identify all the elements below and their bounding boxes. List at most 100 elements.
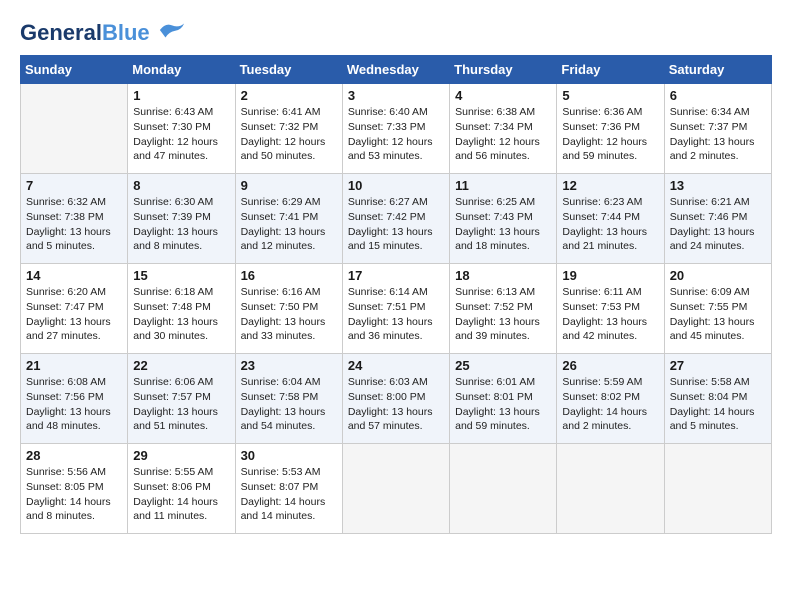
weekday-header-monday: Monday — [128, 56, 235, 84]
weekday-header-sunday: Sunday — [21, 56, 128, 84]
day-info: Sunrise: 6:08 AM Sunset: 7:56 PM Dayligh… — [26, 375, 122, 434]
calendar-cell: 13 Sunrise: 6:21 AM Sunset: 7:46 PM Dayli… — [664, 174, 771, 264]
calendar-cell: 3 Sunrise: 6:40 AM Sunset: 7:33 PM Daylig… — [342, 84, 449, 174]
day-number: 23 — [241, 358, 337, 373]
calendar-week-row: 7 Sunrise: 6:32 AM Sunset: 7:38 PM Daylig… — [21, 174, 772, 264]
day-number: 19 — [562, 268, 658, 283]
weekday-header-friday: Friday — [557, 56, 664, 84]
day-info: Sunrise: 6:43 AM Sunset: 7:30 PM Dayligh… — [133, 105, 229, 164]
day-number: 27 — [670, 358, 766, 373]
day-number: 18 — [455, 268, 551, 283]
calendar-cell: 22 Sunrise: 6:06 AM Sunset: 7:57 PM Dayli… — [128, 354, 235, 444]
day-number: 8 — [133, 178, 229, 193]
day-number: 3 — [348, 88, 444, 103]
day-number: 29 — [133, 448, 229, 463]
day-number: 4 — [455, 88, 551, 103]
calendar-cell: 28 Sunrise: 5:56 AM Sunset: 8:05 PM Dayli… — [21, 444, 128, 534]
day-number: 14 — [26, 268, 122, 283]
weekday-header-wednesday: Wednesday — [342, 56, 449, 84]
day-info: Sunrise: 5:56 AM Sunset: 8:05 PM Dayligh… — [26, 465, 122, 524]
day-info: Sunrise: 6:41 AM Sunset: 7:32 PM Dayligh… — [241, 105, 337, 164]
calendar-cell: 30 Sunrise: 5:53 AM Sunset: 8:07 PM Dayli… — [235, 444, 342, 534]
day-number: 12 — [562, 178, 658, 193]
calendar-cell: 25 Sunrise: 6:01 AM Sunset: 8:01 PM Dayli… — [450, 354, 557, 444]
day-number: 1 — [133, 88, 229, 103]
day-info: Sunrise: 6:32 AM Sunset: 7:38 PM Dayligh… — [26, 195, 122, 254]
day-info: Sunrise: 6:38 AM Sunset: 7:34 PM Dayligh… — [455, 105, 551, 164]
day-info: Sunrise: 6:13 AM Sunset: 7:52 PM Dayligh… — [455, 285, 551, 344]
day-number: 24 — [348, 358, 444, 373]
calendar-week-row: 1 Sunrise: 6:43 AM Sunset: 7:30 PM Daylig… — [21, 84, 772, 174]
calendar-cell: 26 Sunrise: 5:59 AM Sunset: 8:02 PM Dayli… — [557, 354, 664, 444]
page-header: GeneralBlue — [20, 20, 772, 45]
day-info: Sunrise: 6:21 AM Sunset: 7:46 PM Dayligh… — [670, 195, 766, 254]
day-number: 7 — [26, 178, 122, 193]
day-info: Sunrise: 6:14 AM Sunset: 7:51 PM Dayligh… — [348, 285, 444, 344]
calendar-header-row: SundayMondayTuesdayWednesdayThursdayFrid… — [21, 56, 772, 84]
day-number: 9 — [241, 178, 337, 193]
calendar-cell: 8 Sunrise: 6:30 AM Sunset: 7:39 PM Daylig… — [128, 174, 235, 264]
calendar-cell: 1 Sunrise: 6:43 AM Sunset: 7:30 PM Daylig… — [128, 84, 235, 174]
day-info: Sunrise: 6:34 AM Sunset: 7:37 PM Dayligh… — [670, 105, 766, 164]
logo-text: GeneralBlue — [20, 20, 186, 45]
day-info: Sunrise: 6:25 AM Sunset: 7:43 PM Dayligh… — [455, 195, 551, 254]
day-number: 21 — [26, 358, 122, 373]
day-info: Sunrise: 6:11 AM Sunset: 7:53 PM Dayligh… — [562, 285, 658, 344]
calendar-cell: 16 Sunrise: 6:16 AM Sunset: 7:50 PM Dayli… — [235, 264, 342, 354]
day-info: Sunrise: 6:18 AM Sunset: 7:48 PM Dayligh… — [133, 285, 229, 344]
calendar-cell: 14 Sunrise: 6:20 AM Sunset: 7:47 PM Dayli… — [21, 264, 128, 354]
day-info: Sunrise: 6:27 AM Sunset: 7:42 PM Dayligh… — [348, 195, 444, 254]
calendar-cell: 5Sunrise: 6:36 AM Sunset: 7:36 PM Daylig… — [557, 84, 664, 174]
weekday-header-saturday: Saturday — [664, 56, 771, 84]
day-number: 26 — [562, 358, 658, 373]
day-number: 28 — [26, 448, 122, 463]
day-number: 20 — [670, 268, 766, 283]
calendar-week-row: 14 Sunrise: 6:20 AM Sunset: 7:47 PM Dayli… — [21, 264, 772, 354]
day-number: 5 — [562, 88, 658, 103]
day-info: Sunrise: 5:55 AM Sunset: 8:06 PM Dayligh… — [133, 465, 229, 524]
calendar-cell: 21 Sunrise: 6:08 AM Sunset: 7:56 PM Dayli… — [21, 354, 128, 444]
day-number: 22 — [133, 358, 229, 373]
logo-bird-icon — [158, 20, 186, 40]
calendar-cell: 17 Sunrise: 6:14 AM Sunset: 7:51 PM Dayli… — [342, 264, 449, 354]
day-info: Sunrise: 6:29 AM Sunset: 7:41 PM Dayligh… — [241, 195, 337, 254]
calendar-cell — [450, 444, 557, 534]
calendar-week-row: 28 Sunrise: 5:56 AM Sunset: 8:05 PM Dayli… — [21, 444, 772, 534]
weekday-header-tuesday: Tuesday — [235, 56, 342, 84]
day-number: 11 — [455, 178, 551, 193]
day-info: Sunrise: 6:03 AM Sunset: 8:00 PM Dayligh… — [348, 375, 444, 434]
calendar-cell: 27Sunrise: 5:58 AM Sunset: 8:04 PM Dayli… — [664, 354, 771, 444]
day-info: Sunrise: 6:20 AM Sunset: 7:47 PM Dayligh… — [26, 285, 122, 344]
calendar-cell: 10Sunrise: 6:27 AM Sunset: 7:42 PM Dayli… — [342, 174, 449, 264]
calendar-cell — [342, 444, 449, 534]
day-info: Sunrise: 6:16 AM Sunset: 7:50 PM Dayligh… — [241, 285, 337, 344]
day-info: Sunrise: 6:01 AM Sunset: 8:01 PM Dayligh… — [455, 375, 551, 434]
calendar-cell — [21, 84, 128, 174]
day-number: 17 — [348, 268, 444, 283]
day-number: 25 — [455, 358, 551, 373]
day-info: Sunrise: 6:40 AM Sunset: 7:33 PM Dayligh… — [348, 105, 444, 164]
calendar-cell: 19 Sunrise: 6:11 AM Sunset: 7:53 PM Dayli… — [557, 264, 664, 354]
calendar-cell: 20 Sunrise: 6:09 AM Sunset: 7:55 PM Dayli… — [664, 264, 771, 354]
calendar-cell: 12Sunrise: 6:23 AM Sunset: 7:44 PM Dayli… — [557, 174, 664, 264]
calendar-table: SundayMondayTuesdayWednesdayThursdayFrid… — [20, 55, 772, 534]
calendar-week-row: 21 Sunrise: 6:08 AM Sunset: 7:56 PM Dayli… — [21, 354, 772, 444]
calendar-cell: 23Sunrise: 6:04 AM Sunset: 7:58 PM Dayli… — [235, 354, 342, 444]
day-number: 13 — [670, 178, 766, 193]
day-number: 6 — [670, 88, 766, 103]
calendar-cell: 2Sunrise: 6:41 AM Sunset: 7:32 PM Daylig… — [235, 84, 342, 174]
calendar-cell: 24 Sunrise: 6:03 AM Sunset: 8:00 PM Dayli… — [342, 354, 449, 444]
weekday-header-thursday: Thursday — [450, 56, 557, 84]
day-info: Sunrise: 6:06 AM Sunset: 7:57 PM Dayligh… — [133, 375, 229, 434]
calendar-cell: 29 Sunrise: 5:55 AM Sunset: 8:06 PM Dayli… — [128, 444, 235, 534]
day-info: Sunrise: 6:09 AM Sunset: 7:55 PM Dayligh… — [670, 285, 766, 344]
calendar-cell: 4 Sunrise: 6:38 AM Sunset: 7:34 PM Daylig… — [450, 84, 557, 174]
day-info: Sunrise: 6:30 AM Sunset: 7:39 PM Dayligh… — [133, 195, 229, 254]
calendar-cell: 7 Sunrise: 6:32 AM Sunset: 7:38 PM Daylig… — [21, 174, 128, 264]
day-info: Sunrise: 5:59 AM Sunset: 8:02 PM Dayligh… — [562, 375, 658, 434]
calendar-cell: 18 Sunrise: 6:13 AM Sunset: 7:52 PM Dayli… — [450, 264, 557, 354]
day-info: Sunrise: 5:53 AM Sunset: 8:07 PM Dayligh… — [241, 465, 337, 524]
calendar-cell: 15Sunrise: 6:18 AM Sunset: 7:48 PM Dayli… — [128, 264, 235, 354]
day-number: 16 — [241, 268, 337, 283]
day-number: 30 — [241, 448, 337, 463]
